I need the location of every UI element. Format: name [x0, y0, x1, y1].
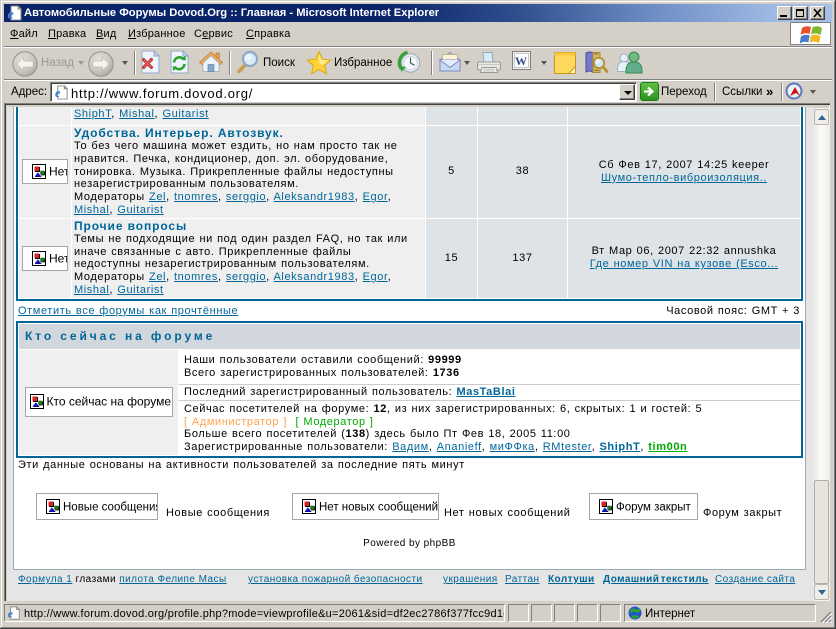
svg-text:e: e: [55, 86, 61, 100]
svg-text:W: W: [515, 54, 527, 68]
svg-text:e: e: [8, 8, 14, 22]
svg-text:e: e: [8, 608, 13, 620]
